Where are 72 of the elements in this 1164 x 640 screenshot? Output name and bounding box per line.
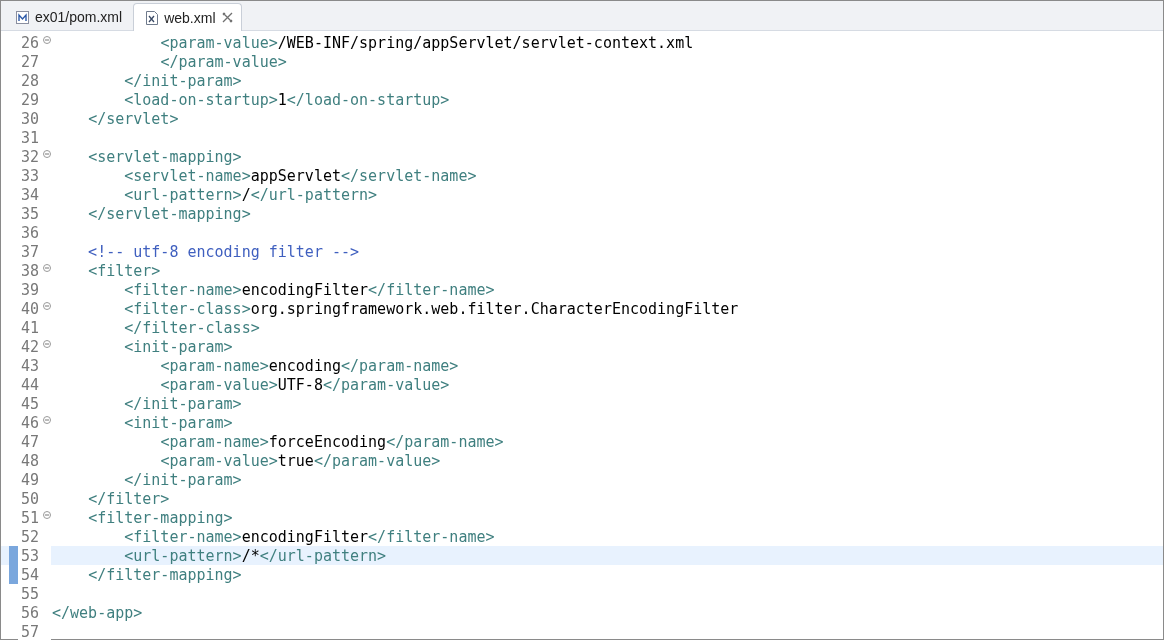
line-number: 47 (20, 432, 41, 451)
code-line: </init-param> (123, 394, 242, 413)
line-number: 39 (20, 280, 41, 299)
line-number: 27 (20, 52, 41, 71)
code-line: </filter-mapping> (87, 565, 242, 584)
code-comment: <!-- utf-8 encoding filter --> (87, 242, 360, 261)
collapse-icon[interactable] (43, 415, 51, 424)
code-line: </servlet-mapping> (87, 204, 251, 223)
collapse-icon[interactable] (43, 263, 51, 272)
close-icon[interactable] (221, 12, 233, 23)
line-number: 29 (20, 90, 41, 109)
collapse-icon[interactable] (43, 149, 51, 158)
code-line: <url-pattern>/*</url-pattern> (123, 546, 387, 565)
code-line: </init-param> (123, 71, 242, 90)
line-number: 55 (20, 584, 41, 603)
code-line: </filter-class> (123, 318, 260, 337)
code-line: <param-value>UTF-8</param-value> (159, 375, 450, 394)
line-number: 33 (20, 166, 41, 185)
line-number: 30 (20, 109, 41, 128)
line-number: 52 (20, 527, 41, 546)
code-line: <param-value>true</param-value> (159, 451, 441, 470)
code-line: <url-pattern>/</url-pattern> (123, 185, 378, 204)
line-number: 42 (20, 337, 41, 356)
line-number: 41 (20, 318, 41, 337)
code-line: <filter-class>org.springframework.web.filter.CharacterEncodingFilter (123, 299, 739, 318)
code-line: </servlet> (87, 109, 179, 128)
line-number: 36 (20, 223, 41, 242)
line-number: 48 (20, 451, 41, 470)
code-line: <filter-name>encodingFilter</filter-name> (123, 280, 495, 299)
line-number: 28 (20, 71, 41, 90)
collapse-icon[interactable] (43, 35, 51, 44)
editor-tab[interactable]: ex01/pom.xml (3, 3, 132, 30)
code-line: <servlet-name>appServlet</servlet-name> (123, 166, 477, 185)
collapse-icon[interactable] (43, 339, 51, 348)
line-number: 31 (20, 128, 41, 147)
code-line: </param-value> (159, 52, 287, 71)
code-line: <param-value>/WEB-INF/spring/appServlet/servlet-context.xml (159, 33, 694, 52)
collapse-icon[interactable] (43, 301, 51, 310)
code-line: <init-param> (123, 337, 233, 356)
line-number: 57 (20, 622, 41, 640)
line-number: 51 (20, 508, 41, 527)
editor-tab[interactable]: web.xml (133, 3, 242, 31)
code-line: </web-app> (51, 603, 143, 622)
line-number: 44 (20, 375, 41, 394)
code-line: <init-param> (123, 413, 233, 432)
line-number: 35 (20, 204, 41, 223)
line-number: 46 (20, 413, 41, 432)
code-line: </filter> (87, 489, 170, 508)
code-line: <param-name>encoding</param-name> (159, 356, 459, 375)
line-number: 53 (20, 546, 41, 565)
code-line: <filter> (87, 261, 161, 280)
xml-file-icon (146, 10, 159, 25)
code-line: <load-on-startup>1</load-on-startup> (123, 90, 450, 109)
line-number: 43 (20, 356, 41, 375)
line-number: 56 (20, 603, 41, 622)
code-line: <param-name>forceEncoding</param-name> (159, 432, 504, 451)
line-number: 54 (20, 565, 41, 584)
line-number: 37 (20, 242, 41, 261)
line-number: 38 (20, 261, 41, 280)
line-number: 40 (20, 299, 41, 318)
line-number: 45 (20, 394, 41, 413)
code-line: </init-param> (123, 470, 242, 489)
collapse-icon[interactable] (43, 510, 51, 519)
line-number: 26 (20, 33, 41, 52)
maven-file-icon (16, 10, 29, 24)
line-number: 49 (20, 470, 41, 489)
line-number: 50 (20, 489, 41, 508)
line-number: 34 (20, 185, 41, 204)
code-line: <filter-mapping> (87, 508, 233, 527)
line-number: 32 (20, 147, 41, 166)
code-line: <servlet-mapping> (87, 147, 242, 166)
code-line: <filter-name>encodingFilter</filter-name> (123, 527, 495, 546)
